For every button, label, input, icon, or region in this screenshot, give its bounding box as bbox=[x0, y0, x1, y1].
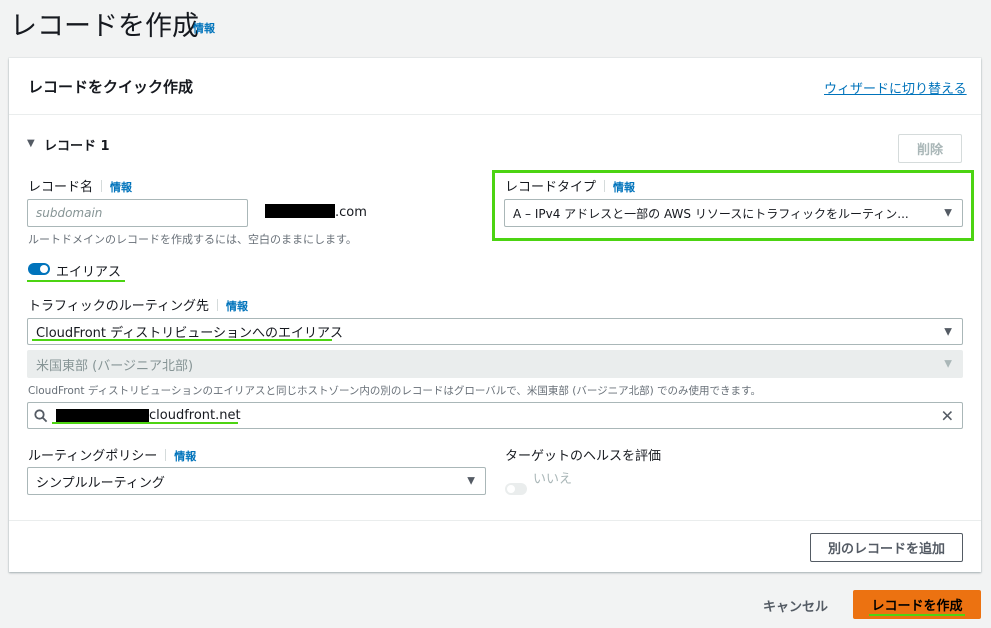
chevron-down-icon: ▼ bbox=[944, 358, 952, 370]
routing-policy-label-row: ルーティングポリシー 情報 bbox=[28, 445, 196, 464]
switch-to-wizard-link[interactable]: ウィザードに切り替える bbox=[824, 78, 967, 97]
record-section-header[interactable]: レコード 1 bbox=[44, 135, 110, 154]
region-select-value: 米国東部 (バージニア北部) bbox=[36, 358, 194, 374]
panel-title: レコードをクイック作成 bbox=[28, 78, 194, 96]
cancel-button[interactable]: キャンセル bbox=[763, 596, 828, 615]
page-title: レコードを作成 bbox=[10, 11, 199, 42]
search-icon bbox=[34, 408, 48, 422]
routing-target-label-row: トラフィックのルーティング先 情報 bbox=[28, 295, 248, 314]
record-name-label-row: レコード名 情報 bbox=[28, 176, 132, 195]
region-select: 米国東部 (バージニア北部) ▼ bbox=[27, 350, 963, 378]
record-name-info-link[interactable]: 情報 bbox=[110, 181, 132, 194]
routing-policy-select[interactable]: シンプルルーティング ▼ bbox=[27, 467, 486, 495]
region-description: CloudFront ディストリビューションのエイリアスと同じホストゾーン内の別… bbox=[28, 385, 761, 397]
record-type-select[interactable]: A – IPv4 アドレスと一部の AWS リソースにトラフィックをルーティン.… bbox=[504, 199, 963, 227]
record-type-value: A – IPv4 アドレスと一部の AWS リソースにトラフィックをルーティン.… bbox=[513, 206, 909, 221]
redacted-distribution-id bbox=[56, 408, 149, 423]
record-name-description: ルートドメインのレコードを作成するには、空白のままにします。 bbox=[28, 233, 357, 246]
panel-footer-divider bbox=[9, 520, 981, 521]
distribution-search-value: cloudfront.net bbox=[149, 408, 241, 423]
routing-policy-label: ルーティングポリシー bbox=[28, 449, 158, 464]
chevron-down-icon: ▼ bbox=[467, 475, 475, 487]
endpoint-highlight-underline bbox=[32, 339, 332, 341]
caret-down-icon[interactable]: ▼ bbox=[27, 138, 35, 149]
domain-suffix-text: .com bbox=[335, 205, 367, 220]
health-toggle[interactable] bbox=[505, 483, 527, 495]
domain-suffix: .com bbox=[265, 204, 367, 220]
panel-header-divider bbox=[9, 114, 981, 115]
distribution-search-input[interactable]: cloudfront.net ✕ bbox=[27, 402, 963, 429]
clear-icon[interactable]: ✕ bbox=[941, 406, 954, 425]
record-type-info-link[interactable]: 情報 bbox=[613, 181, 635, 194]
page-info-link[interactable]: 情報 bbox=[193, 20, 215, 36]
create-highlight-underline bbox=[869, 614, 965, 616]
redacted-domain bbox=[265, 204, 335, 218]
search-highlight-underline bbox=[52, 422, 238, 424]
routing-target-label: トラフィックのルーティング先 bbox=[28, 299, 209, 314]
add-record-button[interactable]: 別のレコードを追加 bbox=[810, 533, 963, 562]
alias-toggle[interactable] bbox=[28, 263, 50, 275]
health-toggle-label: いいえ bbox=[533, 472, 573, 487]
alias-highlight-underline bbox=[27, 280, 125, 282]
routing-target-info-link[interactable]: 情報 bbox=[226, 300, 248, 313]
record-type-label: レコードタイプ bbox=[505, 180, 597, 195]
record-type-label-row: レコードタイプ 情報 bbox=[505, 176, 635, 195]
chevron-down-icon: ▼ bbox=[944, 326, 952, 337]
chevron-down-icon: ▼ bbox=[944, 207, 952, 219]
record-name-input[interactable]: subdomain bbox=[27, 199, 248, 227]
alias-label: エイリアス bbox=[56, 265, 122, 280]
record-name-placeholder: subdomain bbox=[36, 206, 103, 220]
delete-button[interactable]: 削除 bbox=[898, 134, 962, 163]
health-label: ターゲットのヘルスを評価 bbox=[505, 449, 662, 464]
routing-policy-info-link[interactable]: 情報 bbox=[174, 450, 196, 463]
routing-policy-value: シンプルルーティング bbox=[36, 475, 165, 491]
record-name-label: レコード名 bbox=[28, 180, 94, 195]
